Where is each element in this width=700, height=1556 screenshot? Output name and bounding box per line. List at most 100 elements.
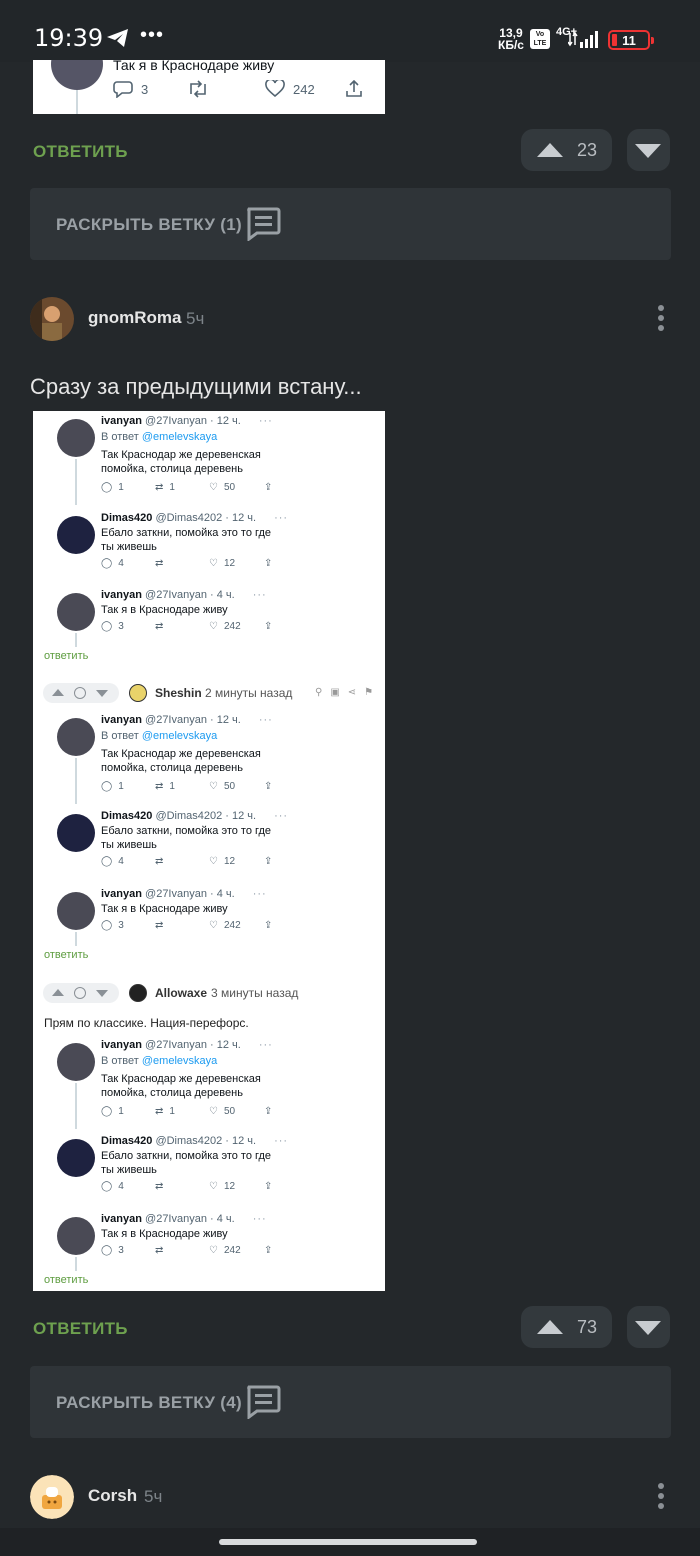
avatar (129, 984, 147, 1002)
tweet-actions: ◯ 3 ⇄ ♡ 242 ⇪ (101, 1245, 291, 1259)
tweet-actions: ◯ 1 ⇄ 1 ♡ 50 ⇪ (101, 482, 291, 496)
comment-image[interactable]: ivanyan @27Ivanyan · 12 ч. ··· В ответ @e… (33, 411, 385, 1291)
expand-thread-label: РАСКРЫТЬ ВЕТКУ (4) (56, 1393, 242, 1412)
downvote-button[interactable] (627, 1306, 670, 1348)
tweet-body: Так я в Краснодаре живу (101, 603, 301, 617)
inner-username: Sheshin (155, 686, 202, 700)
tweet-line: Так Краснодар же деревенская (101, 449, 261, 461)
avatar[interactable] (30, 297, 74, 341)
avatar[interactable] (30, 1475, 74, 1519)
tweet-actions: ◯ 4 ⇄ ♡ 12 ⇪ (101, 856, 291, 870)
avatar (51, 60, 103, 90)
tweet-header: ivanyan @27Ivanyan · 12 ч. ··· (101, 415, 273, 427)
tweet-author: ivanyan (101, 1039, 142, 1051)
tweet-line: помойка, столица деревень (101, 762, 243, 774)
more-vertical-icon[interactable] (658, 305, 664, 335)
tweet-author: ivanyan (101, 589, 142, 601)
tweet-header: ivanyan @27Ivanyan · 12 ч. ··· (101, 1039, 273, 1051)
avatar (57, 593, 95, 631)
heart-icon: ♡ 242 (209, 1245, 241, 1256)
tweet-header: Dimas420 @Dimas4202 · 12 ч. ··· (101, 512, 288, 524)
reply-count: 1 (118, 781, 124, 792)
reply-action: 3 (113, 80, 148, 98)
comment-icon: ◯ 3 (101, 920, 124, 931)
share-icon: ⇪ (264, 1181, 273, 1192)
tweet-header: ivanyan @27Ivanyan · 12 ч. ··· (101, 714, 273, 726)
retweet-count: 1 (169, 781, 175, 792)
tweet-body: Так я в Краснодаре живу (101, 902, 301, 916)
upvote-button[interactable]: 23 (521, 129, 612, 171)
reply-button[interactable]: ОТВЕТИТЬ (33, 142, 128, 162)
more-icon: ··· (258, 415, 273, 427)
tweet-line: Так Краснодар же деревенская (101, 748, 261, 760)
upvote-button[interactable]: 73 (521, 1306, 612, 1348)
username[interactable]: gnomRoma (88, 308, 182, 328)
more-vertical-icon[interactable] (658, 1483, 664, 1513)
expand-thread-button[interactable]: РАСКРЫТЬ ВЕТКУ (1) (30, 188, 671, 260)
status-bar: 19:39 ••• 13,9 КБ/с Vo LTE 4G+ 11 (0, 0, 700, 62)
more-notifications-icon: ••• (140, 24, 165, 46)
reply-button[interactable]: ОТВЕТИТЬ (33, 1319, 128, 1339)
retweet-icon: ⇄ 1 (155, 781, 175, 792)
tweet-line: ты живешь (101, 541, 157, 553)
arrow-down-icon (96, 990, 108, 997)
comment-icon: ◯ 1 (101, 781, 124, 792)
network-speed: 13,9 КБ/с (498, 27, 524, 51)
battery-icon: 11 (608, 30, 654, 50)
in-reply-user: @emelevskaya (141, 1055, 218, 1067)
share-icon: ⇪ (264, 558, 273, 569)
more-icon: ··· (274, 810, 289, 822)
tweet-handle: @27Ivanyan · 12 ч. (145, 1039, 241, 1051)
share-icon (345, 80, 363, 98)
avatar (57, 1217, 95, 1255)
heart-icon: ♡ 242 (209, 621, 241, 632)
in-reply-prefix: В ответ (101, 730, 139, 742)
home-indicator[interactable] (219, 1539, 477, 1545)
embedded-tweet-image[interactable]: Так я в Краснодаре живу 3 242 (33, 60, 385, 114)
inner-comment-text: Прям по классике. Нация-перефорс. (44, 1016, 249, 1030)
inner-time: 3 минуты назад (211, 986, 299, 1000)
tweet-body: Ебало заткни, помойка это то где ты живеш… (101, 526, 301, 554)
tweet-body: Так я в Краснодаре живу (101, 1227, 301, 1241)
reply-count: 3 (118, 1245, 124, 1256)
reply-count: 4 (118, 558, 124, 569)
retweet-icon: ⇄ 1 (155, 482, 175, 493)
expand-thread-button[interactable]: РАСКРЫТЬ ВЕТКУ (4) (30, 1366, 671, 1438)
thread-line (75, 633, 77, 647)
thread-line (75, 932, 77, 946)
like-count: 12 (223, 856, 236, 867)
avatar (57, 1139, 95, 1177)
retweet-icon (187, 80, 209, 98)
reply-count: 3 (141, 81, 149, 97)
thread-line (75, 459, 77, 505)
share-icon: ⇪ (264, 920, 273, 931)
like-count: 242 (223, 621, 241, 632)
retweet-icon: ⇄ (155, 856, 164, 867)
vote-pill (43, 683, 119, 703)
retweet-icon: ⇄ (155, 621, 164, 632)
downvote-button[interactable] (627, 129, 670, 171)
tweet-line: Ебало заткни, помойка это то где (101, 1150, 272, 1162)
arrow-up-icon (537, 143, 563, 157)
avatar (57, 1043, 95, 1081)
tweet-header: Dimas420 @Dimas4202 · 12 ч. ··· (101, 810, 288, 822)
comments-icon (245, 1385, 281, 1424)
inner-username: Allowaxe (155, 986, 208, 1000)
username[interactable]: Corsh (88, 1486, 137, 1506)
volte-icon: Vo LTE (530, 29, 550, 49)
reply-count: 4 (118, 856, 124, 867)
avatar (57, 892, 95, 930)
thread-line (75, 758, 77, 804)
in-reply-prefix: В ответ (101, 1055, 139, 1067)
tweet-actions: ◯ 1 ⇄ 1 ♡ 50 ⇪ (101, 781, 291, 795)
heart-icon: ♡ 50 (209, 1106, 236, 1117)
like-count: 242 (293, 81, 315, 97)
tweet-line: ты живешь (101, 1164, 157, 1176)
comment-icon: ◯ 3 (101, 1245, 124, 1256)
like-action: 242 (265, 80, 315, 98)
retweet-icon: ⇄ (155, 920, 164, 931)
share-icon: ⇪ (264, 781, 273, 792)
inner-comment-bar: Allowaxe 3 минуты назад (43, 983, 378, 1005)
tweet-header: ivanyan @27Ivanyan · 4 ч. ··· (101, 1213, 267, 1225)
tweet-line: Так я в Краснодаре живу (101, 1228, 228, 1240)
